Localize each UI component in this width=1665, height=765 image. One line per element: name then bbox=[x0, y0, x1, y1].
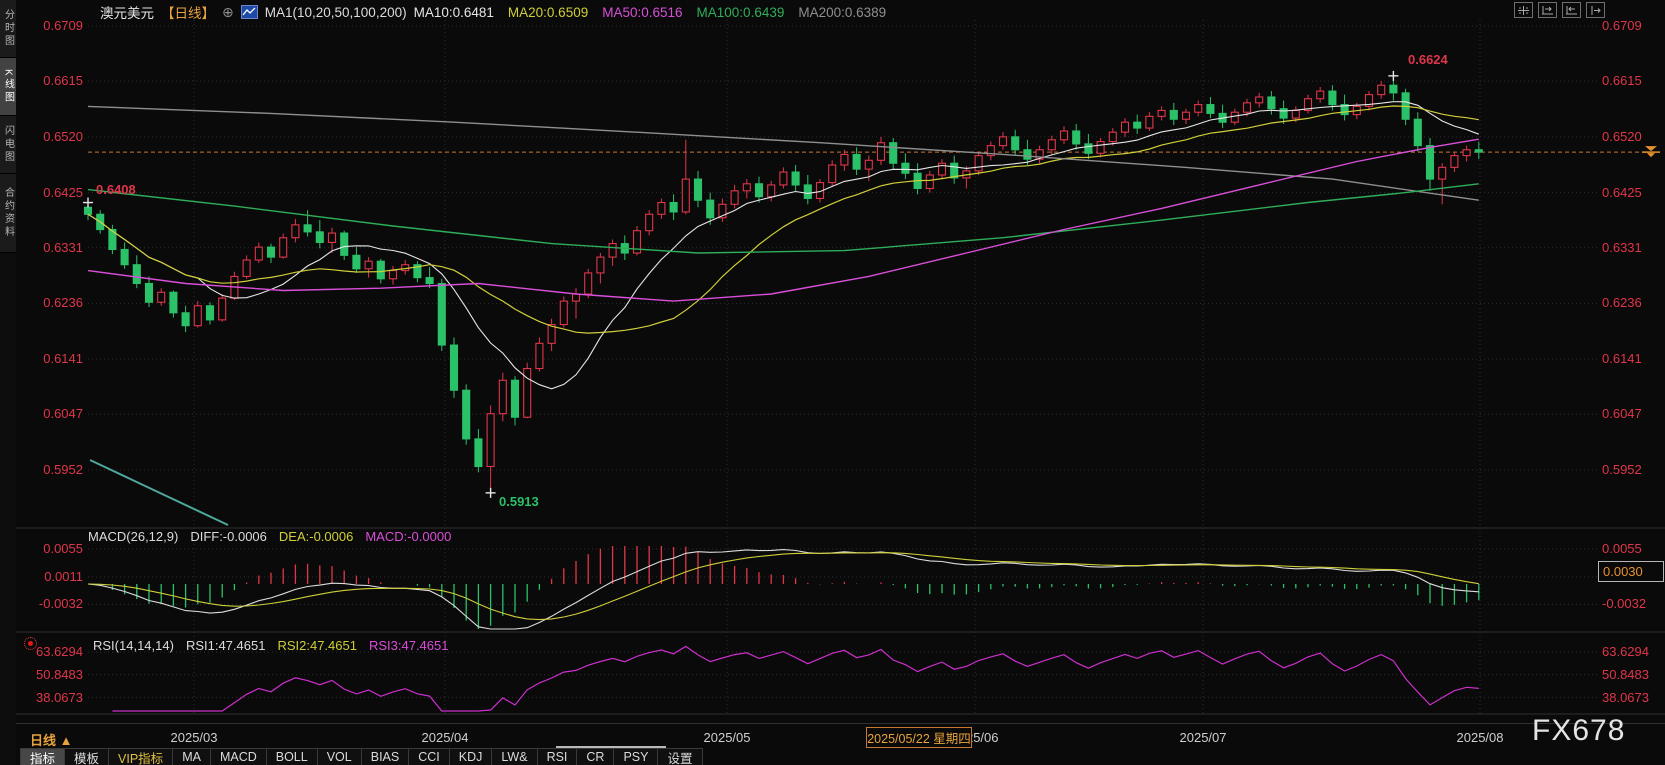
watermark: FX678 bbox=[1532, 714, 1625, 748]
price-axis-label-left: 0.6520 bbox=[33, 130, 83, 144]
rsi-axis-label-right: 63.6294 bbox=[1602, 645, 1649, 659]
rsi-axis-label-right: 50.8483 bbox=[1602, 668, 1649, 682]
price-axis-label-left: 0.6141 bbox=[33, 352, 83, 366]
price-axis-label-left: 0.5952 bbox=[33, 463, 83, 477]
indicator-toolbar: 指标模板VIP指标MAMACDBOLLVOLBIASCCIKDJLW&RSICR… bbox=[20, 748, 703, 765]
toolbar-item-12[interactable]: RSI bbox=[538, 749, 578, 765]
period-label: 【日线】 bbox=[161, 2, 215, 22]
toolbar-item-3[interactable]: VIP指标 bbox=[109, 749, 173, 765]
price-axis-label-left: 0.6047 bbox=[33, 407, 83, 421]
rsi3-value: RSI3:47.4651 bbox=[369, 638, 449, 653]
date-tick-1: 2025/03 bbox=[149, 730, 239, 745]
price-axis-label-right: 0.6709 bbox=[1602, 19, 1642, 33]
price-axis-label-right: 0.6236 bbox=[1602, 296, 1642, 310]
chart-tool-icons bbox=[1514, 2, 1605, 18]
date-axis bbox=[0, 723, 1665, 749]
macd-axis-label-right: -0.0032 bbox=[1602, 597, 1646, 611]
macd-current-value-box: 0.0030 bbox=[1598, 561, 1664, 582]
macd-axis-label-left: 0.0011 bbox=[23, 570, 83, 584]
date-tick-2: 2025/04 bbox=[400, 730, 490, 745]
toolbar-scrollbar[interactable] bbox=[556, 746, 666, 748]
macd-axis-label-left: -0.0032 bbox=[23, 597, 83, 611]
axis-expand-icon[interactable] bbox=[1538, 2, 1557, 18]
price-axis-label-right: 0.6047 bbox=[1602, 407, 1642, 421]
annotation-peak: 0.6624 bbox=[1408, 52, 1448, 67]
price-axis-label-left: 0.6425 bbox=[33, 186, 83, 200]
macd-macd-value: MACD:-0.0000 bbox=[365, 529, 451, 544]
toolbar-item-4[interactable]: MA bbox=[173, 749, 211, 765]
sidebar-tab-3[interactable]: 闪电图 bbox=[0, 116, 16, 174]
price-axis-label-right: 0.6141 bbox=[1602, 352, 1642, 366]
sidebar-tab-2[interactable]: K线图 bbox=[0, 58, 16, 116]
toolbar-item-5[interactable]: MACD bbox=[211, 749, 267, 765]
macd-axis-label-left: 0.0055 bbox=[23, 542, 83, 556]
price-axis-label-left: 0.6236 bbox=[33, 296, 83, 310]
price-axis-label-right: 0.6520 bbox=[1602, 130, 1642, 144]
sidebar-tab-4[interactable]: 合约资料 bbox=[0, 174, 16, 253]
crosshair-date-box: 2025/05/22 星期四 bbox=[866, 727, 972, 748]
annotation-low: 0.5913 bbox=[499, 494, 539, 509]
price-axis-label-left: 0.6709 bbox=[33, 19, 83, 33]
toolbar-item-9[interactable]: CCI bbox=[409, 749, 450, 765]
indicator-chart-icon[interactable] bbox=[241, 5, 258, 19]
price-axis-label-right: 0.5952 bbox=[1602, 463, 1642, 477]
rsi-title: RSI(14,14,14) bbox=[93, 638, 174, 653]
price-axis-label-left: 0.6615 bbox=[33, 74, 83, 88]
ma-value-5: MA200:0.6389 bbox=[798, 5, 886, 20]
rsi1-value: RSI1:47.4651 bbox=[186, 638, 266, 653]
move-tool-icon[interactable] bbox=[1514, 2, 1533, 18]
toolbar-item-13[interactable]: CR bbox=[577, 749, 614, 765]
date-tick-3: 2025/05 bbox=[682, 730, 772, 745]
rsi-axis-label-left: 50.8483 bbox=[23, 668, 83, 682]
rsi-panel-header: RSI(14,14,14) RSI1:47.4651 RSI2:47.4651 … bbox=[93, 638, 448, 653]
ma-value-1: MA10:0.6481 bbox=[414, 5, 494, 20]
price-axis-label-right: 0.6331 bbox=[1602, 241, 1642, 255]
period-selector[interactable]: 日线 ▲ bbox=[30, 730, 73, 749]
macd-diff-value: DIFF:-0.0006 bbox=[190, 529, 267, 544]
price-axis-label-right: 0.6615 bbox=[1602, 74, 1642, 88]
date-tick-6: 2025/08 bbox=[1435, 730, 1525, 745]
ma-value-2: MA20:0.6509 bbox=[508, 5, 588, 20]
ma-values: MA10:0.6481 MA20:0.6509 MA50:0.6516 MA100:0… bbox=[414, 5, 887, 20]
toolbar-item-10[interactable]: KDJ bbox=[450, 749, 493, 765]
ma-param-label: MA1(10,20,50,100,200) bbox=[265, 5, 407, 20]
toolbar-item-6[interactable]: BOLL bbox=[267, 749, 318, 765]
toolbar-item-2[interactable]: 模板 bbox=[65, 749, 109, 765]
compare-icon[interactable]: ⊕ bbox=[222, 4, 234, 21]
toolbar-item-14[interactable]: PSY bbox=[614, 749, 658, 765]
chart-type-sidebar: 分时图K线图闪电图合约资料 bbox=[0, 0, 16, 765]
macd-dea-value: DEA:-0.0006 bbox=[279, 529, 353, 544]
toolbar-item-7[interactable]: VOL bbox=[318, 749, 362, 765]
price-axis-label-left: 0.6331 bbox=[33, 241, 83, 255]
ma-value-3: MA50:0.6516 bbox=[602, 5, 682, 20]
rsi-axis-label-left: 38.0673 bbox=[23, 691, 83, 705]
price-axis-label-right: 0.6425 bbox=[1602, 186, 1642, 200]
toolbar-item-11[interactable]: LW& bbox=[492, 749, 537, 765]
rsi-axis-label-right: 38.0673 bbox=[1602, 691, 1649, 705]
macd-panel-header: MACD(26,12,9) DIFF:-0.0006 DEA:-0.0006 M… bbox=[88, 529, 451, 544]
axis-compress-icon[interactable] bbox=[1562, 2, 1581, 18]
ma-value-4: MA100:0.6439 bbox=[697, 5, 785, 20]
symbol-name: 澳元美元 bbox=[100, 2, 154, 22]
chart-header: 澳元美元【日线】 ⊕ MA1(10,20,50,100,200) MA10:0.… bbox=[100, 2, 886, 22]
macd-title: MACD(26,12,9) bbox=[88, 529, 178, 544]
annotation-start-high: 0.6408 bbox=[96, 182, 136, 197]
sidebar-tab-1[interactable]: 分时图 bbox=[0, 0, 16, 58]
macd-axis-label-right: 0.0055 bbox=[1602, 542, 1642, 556]
toolbar-item-1[interactable]: 指标 bbox=[20, 749, 65, 765]
toolbar-item-15[interactable]: 设置 bbox=[658, 749, 702, 765]
chart-window: 分时图K线图闪电图合约资料 澳元美元【日线】 ⊕ MA1(10,20,50,10… bbox=[0, 0, 1665, 765]
date-tick-5: 2025/07 bbox=[1158, 730, 1248, 745]
rsi2-value: RSI2:47.4651 bbox=[277, 638, 357, 653]
collapse-panel-icon[interactable] bbox=[1586, 2, 1605, 18]
toolbar-item-8[interactable]: BIAS bbox=[362, 749, 410, 765]
alert-settings-icon[interactable] bbox=[24, 637, 37, 650]
